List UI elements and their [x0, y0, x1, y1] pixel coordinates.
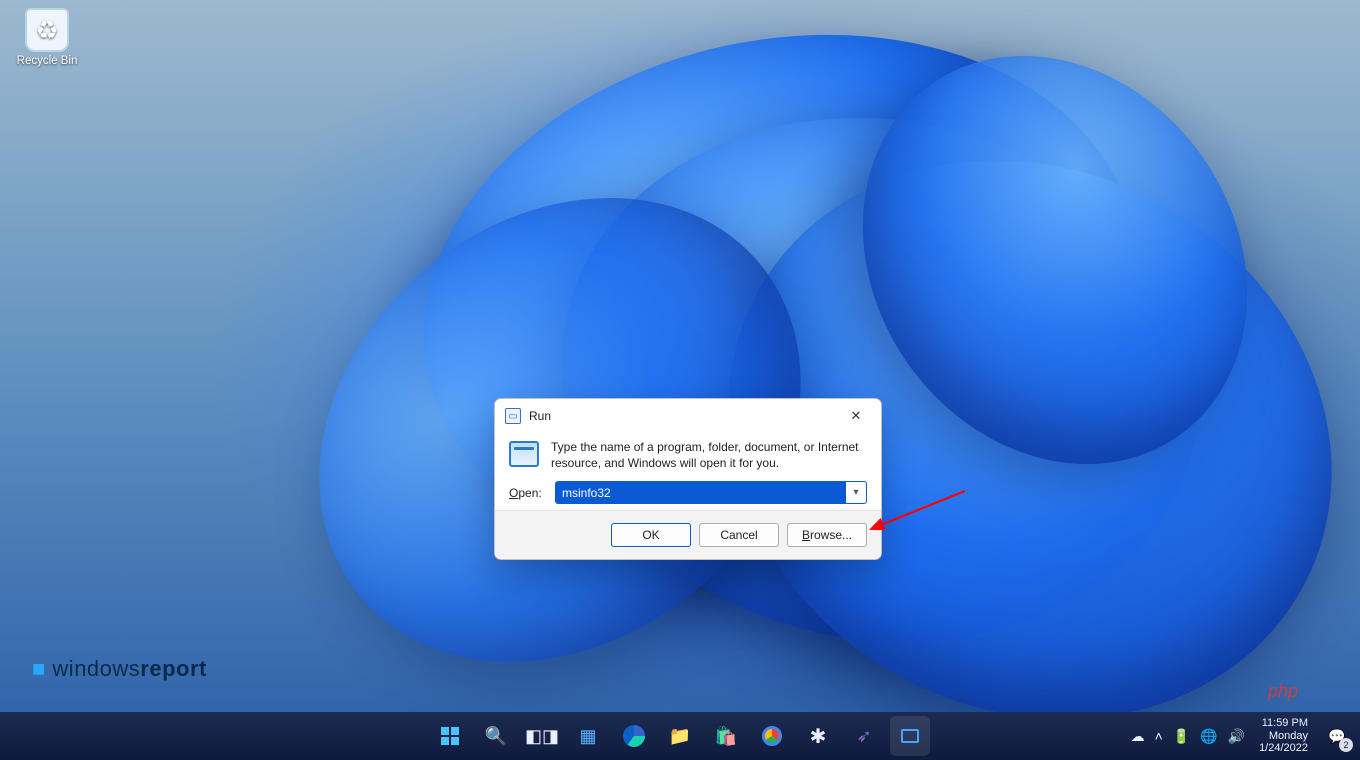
- run-dialog: ▭ Run ✕ Type the name of a program, fold…: [494, 398, 882, 560]
- feather-icon: ➶: [856, 726, 871, 747]
- start-icon: [441, 727, 459, 745]
- taskbar-file-explorer[interactable]: 📁: [660, 716, 700, 756]
- close-button[interactable]: ✕: [839, 405, 873, 427]
- clock-time: 11:59 PM: [1259, 717, 1308, 730]
- slack-icon: ✱: [810, 724, 827, 749]
- desktop[interactable]: ♻ Recycle Bin ■ windowsreport ▭ Run ✕ Ty…: [0, 0, 1360, 760]
- taskbar-ms-store[interactable]: 🛍️: [706, 716, 746, 756]
- taskbar-center: 🔍 ◧◨ ▦ 📁 🛍️ ✱ ➶: [430, 716, 930, 756]
- watermark-windows-report: ■ windowsreport: [32, 656, 207, 682]
- run-titlebar[interactable]: ▭ Run ✕: [495, 399, 881, 429]
- network-icon[interactable]: 🌐: [1200, 728, 1217, 745]
- taskbar: 🔍 ◧◨ ▦ 📁 🛍️ ✱ ➶ ☁ ˄ 🔋 🌐 🔊 11:59 PM Monda…: [0, 712, 1360, 760]
- widgets-icon: ▦: [579, 726, 596, 747]
- ok-button[interactable]: OK: [611, 523, 691, 547]
- cancel-button[interactable]: Cancel: [699, 523, 779, 547]
- taskbar-search[interactable]: 🔍: [476, 716, 516, 756]
- desktop-icon-label: Recycle Bin: [10, 55, 84, 67]
- overlay-watermark: php: [1268, 681, 1298, 702]
- run-icon: ▭: [505, 408, 521, 424]
- browse-button[interactable]: Browse...: [787, 523, 867, 547]
- taskbar-widgets[interactable]: ▦: [568, 716, 608, 756]
- clock-date: 1/24/2022: [1259, 742, 1308, 755]
- search-icon: 🔍: [485, 726, 507, 747]
- notification-center[interactable]: 💬 2: [1324, 723, 1350, 749]
- taskbar-start[interactable]: [430, 716, 470, 756]
- taskbar-right: ☁ ˄ 🔋 🌐 🔊 11:59 PM Monday 1/24/2022 💬 2: [1131, 712, 1350, 760]
- run-taskbar-icon: [901, 729, 919, 743]
- close-icon: ✕: [851, 408, 862, 424]
- open-input[interactable]: [556, 482, 846, 503]
- tray-chevron-icon[interactable]: ˄: [1155, 728, 1163, 744]
- store-icon: 🛍️: [715, 726, 737, 747]
- chevron-down-icon[interactable]: ▾: [846, 487, 866, 498]
- desktop-icon-recycle-bin[interactable]: ♻ Recycle Bin: [10, 8, 84, 67]
- recycle-bin-icon: ♻: [25, 8, 69, 52]
- battery-icon[interactable]: 🔋: [1173, 728, 1190, 745]
- run-button-row: OK Cancel Browse...: [495, 510, 881, 559]
- taskbar-lightshot[interactable]: ➶: [844, 716, 884, 756]
- taskbar-slack[interactable]: ✱: [798, 716, 838, 756]
- folder-icon: 📁: [669, 726, 691, 747]
- taskbar-edge[interactable]: [614, 716, 654, 756]
- volume-icon[interactable]: 🔊: [1228, 728, 1245, 745]
- chrome-icon: [762, 726, 782, 746]
- taskbar-clock[interactable]: 11:59 PM Monday 1/24/2022: [1259, 717, 1308, 755]
- onedrive-tray-icon[interactable]: ☁: [1131, 728, 1145, 745]
- taskbar-chrome[interactable]: [752, 716, 792, 756]
- notification-badge: 2: [1339, 738, 1353, 752]
- run-program-icon: [509, 441, 539, 467]
- open-label: Open:: [509, 486, 545, 500]
- run-title: Run: [529, 409, 551, 423]
- open-combobox[interactable]: ▾: [555, 481, 867, 504]
- clock-day: Monday: [1259, 730, 1308, 743]
- taskbar-task-view[interactable]: ◧◨: [522, 716, 562, 756]
- taskbar-run[interactable]: [890, 716, 930, 756]
- run-description: Type the name of a program, folder, docu…: [551, 439, 867, 471]
- edge-icon: [623, 725, 645, 747]
- task-view-icon: ◧◨: [525, 726, 559, 747]
